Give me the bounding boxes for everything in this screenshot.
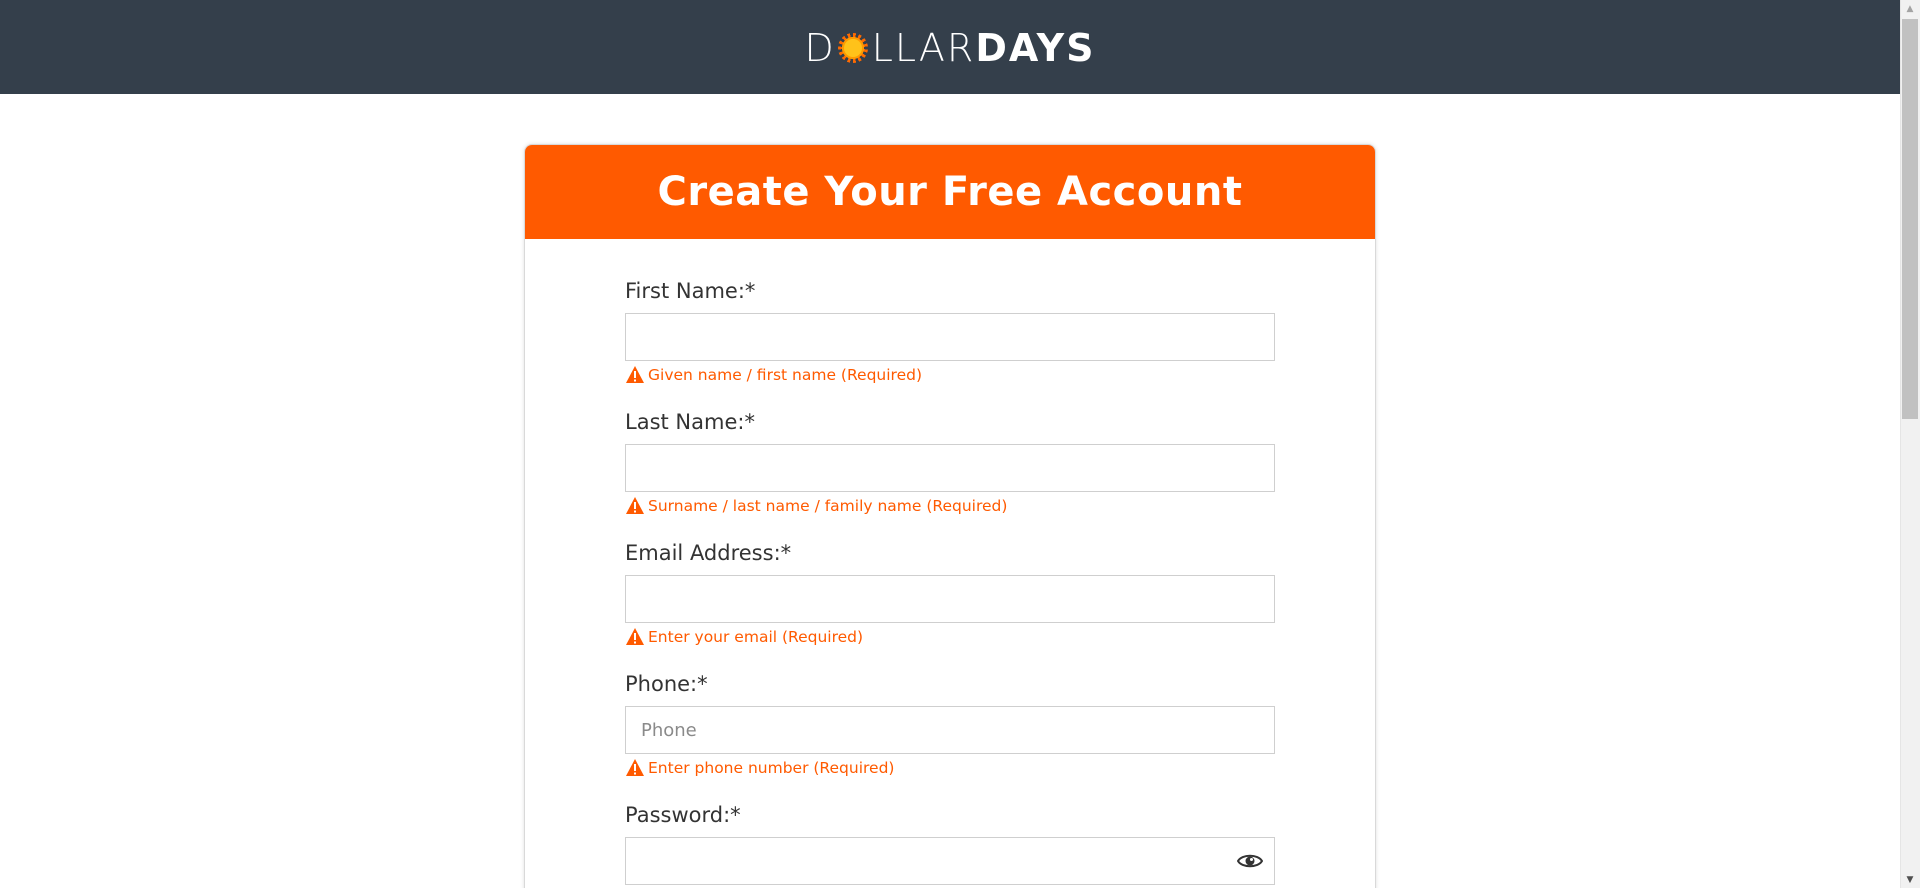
first-name-error-text: Given name / first name (Required) <box>648 365 922 384</box>
page-scrollbar[interactable]: ▲ ▼ <box>1900 0 1920 888</box>
password-label: Password:* <box>625 803 741 827</box>
phone-field: Phone:* Enter phone number (Required) <box>625 670 1275 801</box>
scrollbar-thumb[interactable] <box>1902 19 1918 419</box>
first-name-label: First Name:* <box>625 279 756 303</box>
email-input[interactable] <box>625 575 1275 623</box>
first-name-input[interactable] <box>625 313 1275 361</box>
registration-form: First Name:* Given name / first name (Re… <box>625 277 1275 888</box>
scroll-up-arrow-icon[interactable]: ▲ <box>1900 0 1920 17</box>
logo-text-start: D <box>804 26 836 70</box>
phone-label: Phone:* <box>625 672 708 696</box>
page-title: Create Your Free Account <box>657 169 1243 215</box>
sun-logo-icon <box>837 33 868 63</box>
logo-text-end: DAYS <box>975 26 1096 70</box>
last-name-input[interactable] <box>625 444 1275 492</box>
eye-icon <box>1237 854 1263 868</box>
first-name-error: Given name / first name (Required) <box>625 365 922 384</box>
warning-triangle-icon <box>626 497 644 514</box>
last-name-error-text: Surname / last name / family name (Requi… <box>648 496 1008 515</box>
logo-text-middle: LLAR <box>871 26 976 70</box>
last-name-field: Last Name:* Surname / last name / family… <box>625 408 1275 539</box>
first-name-field: First Name:* Given name / first name (Re… <box>625 277 1275 408</box>
warning-triangle-icon <box>626 628 644 645</box>
warning-triangle-icon <box>626 759 644 776</box>
last-name-label: Last Name:* <box>625 410 755 434</box>
warning-triangle-icon <box>626 366 644 383</box>
phone-error: Enter phone number (Required) <box>625 758 894 777</box>
top-navigation-bar: D LLAR DAYS <box>0 0 1900 94</box>
scroll-down-arrow-icon[interactable]: ▼ <box>1900 871 1920 888</box>
dollardays-logo[interactable]: D LLAR DAYS <box>804 26 1095 70</box>
card-header: Create Your Free Account <box>525 145 1375 239</box>
email-error-text: Enter your email (Required) <box>648 627 864 646</box>
email-error: Enter your email (Required) <box>625 627 863 646</box>
create-account-card: Create Your Free Account First Name:* Gi… <box>524 144 1376 888</box>
email-field: Email Address:* Enter your email (Requir… <box>625 539 1275 670</box>
phone-error-text: Enter phone number (Required) <box>648 758 895 777</box>
email-label: Email Address:* <box>625 541 792 565</box>
show-password-button[interactable] <box>1225 837 1275 885</box>
last-name-error: Surname / last name / family name (Requi… <box>625 496 1007 515</box>
phone-input[interactable] <box>625 706 1275 754</box>
password-input[interactable] <box>625 837 1275 885</box>
password-field: Password:* <box>625 801 1275 888</box>
